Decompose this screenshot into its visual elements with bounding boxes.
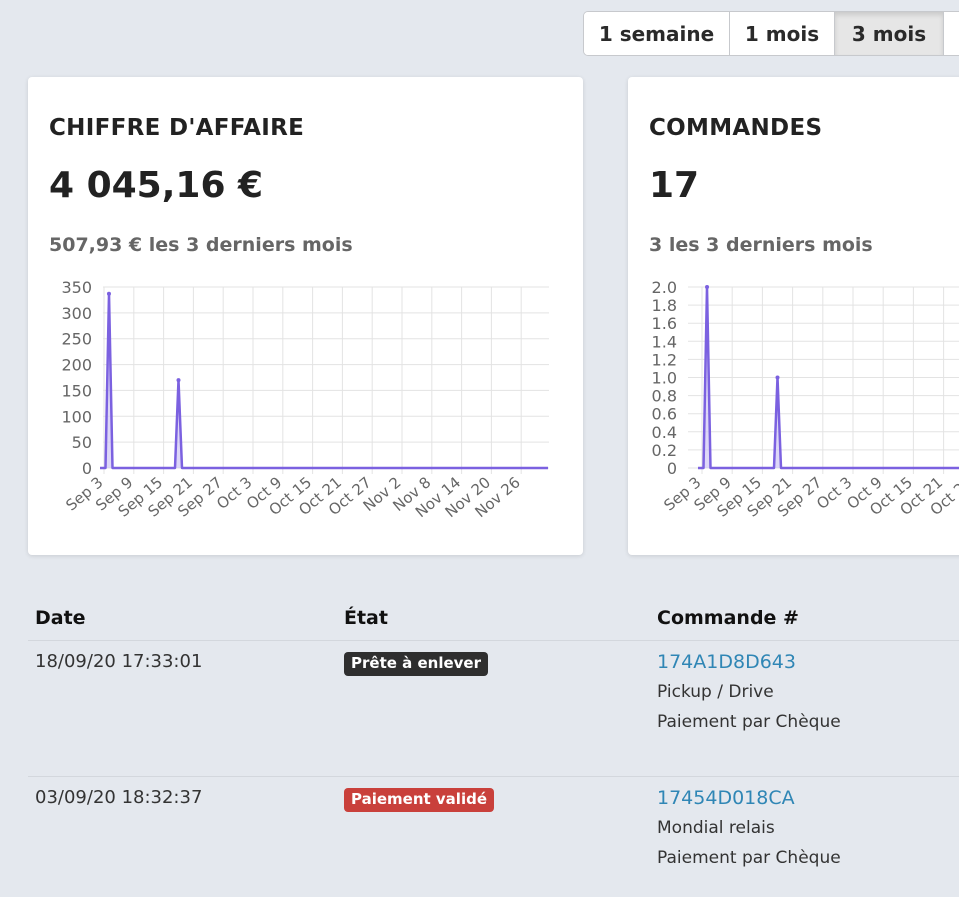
range-1-month-button[interactable]: 1 mois (730, 12, 835, 55)
y-tick-label: 0.2 (652, 441, 677, 460)
range-more-button[interactable] (944, 12, 959, 55)
range-1-week-button[interactable]: 1 semaine (584, 12, 730, 55)
order-date: 18/09/20 17:33:01 (28, 640, 337, 777)
orders-card: COMMANDES 17 3 les 3 derniers mois 0 0.2 0… (628, 77, 959, 555)
column-header-status: État (337, 596, 650, 641)
order-link[interactable]: 174A1D8D643 (657, 651, 959, 673)
data-point[interactable] (176, 378, 181, 383)
y-tick-label: 1.2 (652, 350, 677, 369)
y-tick-label: 0.8 (652, 387, 677, 406)
revenue-chart: 050100150200250300350Sep 3Sep 9Sep 15Sep… (61, 278, 549, 521)
y-tick-label: 100 (61, 407, 92, 426)
order-payment: Paiement par Chèque (657, 711, 841, 732)
table-row: 18/09/20 17:33:01 Prête à enlever 174A1D… (28, 640, 959, 777)
y-tick-label: 1.8 (652, 296, 677, 315)
order-date: 03/09/20 18:32:37 (35, 786, 203, 808)
range-3-months-button[interactable]: 3 mois (835, 12, 944, 55)
status-badge: Prête à enlever (344, 651, 488, 676)
revenue-card: CHIFFRE D'AFFAIRE 4 045,16 € 507,93 € le… (28, 77, 583, 555)
table-header-row: Date État Commande # (28, 596, 959, 641)
orders-chart: 00.20.40.60.81.01.21.41.61.82.0Sep 3Sep … (652, 278, 959, 521)
column-header-date: Date (28, 596, 337, 641)
order-payment: Paiement par Chèque (657, 847, 841, 868)
y-tick-label: 200 (61, 356, 92, 375)
y-tick-label: 0.6 (652, 405, 677, 424)
y-tick-label: 300 (61, 304, 92, 323)
y-tick-label: 1.6 (652, 314, 677, 333)
data-point[interactable] (705, 285, 710, 289)
data-point[interactable] (106, 291, 111, 296)
order-shipping: Pickup / Drive (657, 681, 774, 702)
y-tick-label: 0 (667, 459, 677, 478)
status-badge: Paiement validé (344, 787, 494, 812)
y-tick-label: 250 (61, 330, 92, 349)
y-tick-label: 150 (61, 381, 92, 400)
y-tick-label: 1.4 (652, 332, 677, 351)
order-link[interactable]: 17454D018CA (657, 787, 959, 809)
table-row: 03/09/20 18:32:37 Paiement validé 17454D… (28, 776, 959, 897)
y-tick-label: 2.0 (652, 278, 677, 297)
orders-table: Date État Commande # 18/09/20 17:33:01 P… (28, 596, 959, 897)
data-point[interactable] (775, 375, 780, 380)
order-shipping: Mondial relais (657, 817, 775, 838)
y-tick-label: 350 (61, 278, 92, 297)
date-range-selector: 1 semaine 1 mois 3 mois (583, 11, 959, 56)
y-tick-label: 0 (82, 459, 92, 478)
column-header-order: Commande # (650, 596, 959, 641)
y-tick-label: 0.4 (652, 423, 677, 442)
y-tick-label: 1.0 (652, 369, 677, 388)
y-tick-label: 50 (72, 433, 92, 452)
